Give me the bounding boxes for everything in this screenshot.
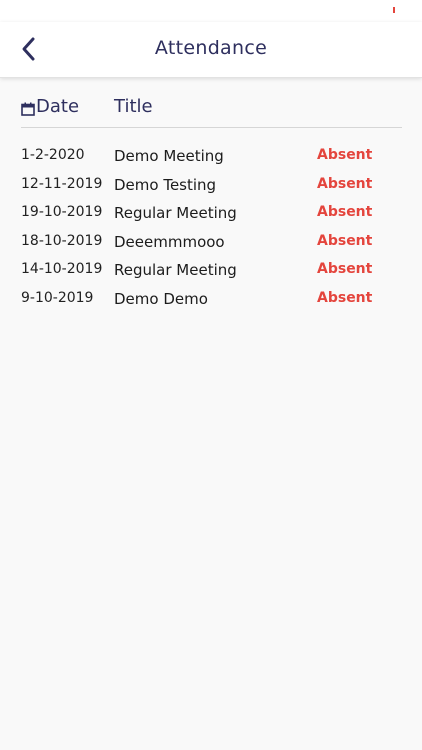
attendance-row[interactable]: 19-10-2019 Regular Meeting Absent [21,198,402,227]
row-date: 14-10-2019 [21,261,103,278]
date-column-header[interactable]: Date [36,96,79,117]
row-date: 19-10-2019 [21,204,103,221]
row-title: Demo Demo [114,289,208,308]
row-status: Absent [317,175,373,192]
row-title: Regular Meeting [114,261,237,280]
status-indicator [393,7,395,13]
attendance-list: 1-2-2020 Demo Meeting Absent 12-11-2019 … [21,141,402,313]
row-status: Absent [317,261,373,278]
row-date: 12-11-2019 [21,175,103,192]
row-status: Absent [317,147,373,163]
attendance-screen: Attendance Date Title 1-2-2020 Demo Meet… [0,0,422,750]
row-title: Demo Meeting [114,147,224,165]
row-title: Demo Testing [114,175,217,194]
title-column-header[interactable]: Title [114,96,153,117]
row-status: Absent [317,204,373,221]
row-title: Regular Meeting [114,204,237,223]
attendance-row[interactable]: 14-10-2019 Regular Meeting Absent [21,255,402,284]
row-date: 1-2-2020 [21,147,85,163]
row-status: Absent [317,289,373,306]
row-date: 18-10-2019 [21,232,103,249]
attendance-row[interactable]: 18-10-2019 Deeemmmooo Absent [21,227,402,256]
attendance-row[interactable]: 12-11-2019 Demo Testing Absent [21,170,402,199]
row-title: Deeemmmooo [114,232,225,251]
page-title: Attendance [154,37,268,59]
attendance-row[interactable]: 1-2-2020 Demo Meeting Absent [21,141,402,170]
table-header: Date Title [21,96,402,128]
attendance-row[interactable]: 9-10-2019 Demo Demo Absent [21,284,402,313]
calendar-icon [21,102,35,116]
row-date: 9-10-2019 [21,289,94,306]
app-header: Attendance [0,22,422,78]
row-status: Absent [317,232,373,249]
status-bar [0,0,422,22]
